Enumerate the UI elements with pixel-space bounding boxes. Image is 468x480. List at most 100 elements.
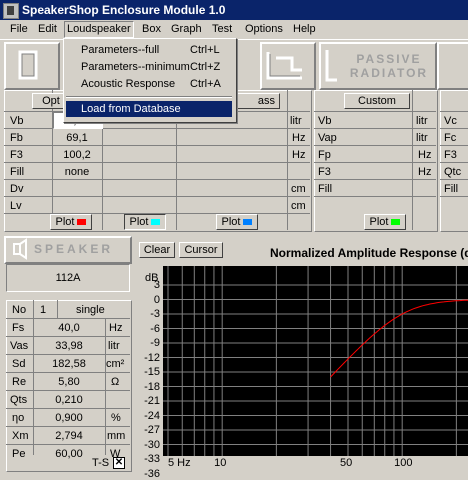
pr-fp-unit: Hz [418, 149, 432, 161]
lv-label: Lv [10, 200, 22, 212]
menu-acoustic-response[interactable]: Acoustic Response Ctrl+A [66, 76, 232, 92]
ts-label: T-S [92, 457, 110, 469]
plot-label-1: Plot [55, 216, 75, 228]
menu-graph[interactable]: Graph [169, 22, 204, 37]
fs-label: Fs [12, 322, 25, 334]
config-value[interactable]: single [76, 302, 105, 318]
sd-label: Sd [12, 358, 26, 370]
passive-radiator-logo[interactable]: PASSIVE RADIATOR [319, 42, 437, 90]
menu-load-from-database[interactable]: Load from Database [66, 101, 232, 117]
ts-checkbox[interactable]: ✕ [113, 457, 125, 469]
plot-color-red [77, 219, 87, 226]
fb-label: Fb [10, 132, 23, 144]
fill-label: Fill [10, 166, 25, 178]
right-fill-label: Fill [444, 183, 459, 195]
y-tick-label: -9 [150, 337, 160, 349]
pr-vap-unit: litr [416, 132, 428, 144]
re-value[interactable]: 5,80 [34, 374, 104, 390]
menu-file[interactable]: File [8, 22, 30, 37]
pr-vap-label: Vap [318, 132, 337, 144]
menu-parameters-full-shortcut: Ctrl+L [190, 44, 220, 56]
x-tick-label: 5 Hz [168, 457, 191, 469]
menu-load-from-database-label: Load from Database [81, 103, 181, 115]
loudspeaker-dropdown-menu: Parameters--full Ctrl+L Parameters--minim… [63, 38, 237, 123]
no-value[interactable]: 1 [40, 302, 46, 318]
f3-label: F3 [10, 149, 23, 161]
graph-title: Normalized Amplitude Response (d [270, 246, 468, 260]
re-unit: Ω [111, 376, 120, 388]
fb-value[interactable]: 69,1 [53, 130, 101, 146]
speaker-model[interactable]: 112A [6, 264, 130, 292]
xm-label: Xm [12, 430, 29, 442]
plot-button-4[interactable]: Plot [364, 214, 406, 230]
menu-acoustic-response-shortcut: Ctrl+A [190, 78, 221, 90]
f3-unit: Hz [292, 149, 306, 161]
pr-f3-label: F3 [318, 166, 331, 178]
y-tick-label: -30 [144, 438, 160, 451]
cursor-button[interactable]: Cursor [179, 242, 223, 258]
bandpass-icon [266, 52, 302, 80]
speaker-icon [13, 238, 27, 260]
closed-box-logo[interactable] [4, 42, 60, 90]
speaker-logo-text: SPEAKER [34, 242, 114, 256]
pr-f3-unit: Hz [418, 166, 432, 178]
eta-label: ηo [12, 412, 25, 424]
plot-color-cyan [151, 219, 161, 226]
y-tick-label: -36 [144, 467, 160, 480]
fill-value[interactable]: none [53, 164, 101, 180]
closed-box-icon [18, 50, 38, 80]
fs-value[interactable]: 40,0 [34, 320, 104, 336]
qts-value[interactable]: 0,210 [34, 392, 104, 408]
plot-button-3[interactable]: Plot [216, 214, 258, 230]
menu-help[interactable]: Help [291, 22, 318, 37]
menu-parameters-full[interactable]: Parameters--full Ctrl+L [66, 42, 232, 58]
menu-options[interactable]: Options [243, 22, 285, 37]
y-tick-label: -27 [144, 424, 160, 436]
plot-label-4: Plot [369, 216, 389, 228]
y-tick-label: -3 [150, 308, 160, 320]
vented-logo[interactable] [437, 42, 468, 90]
menu-separator [66, 96, 232, 98]
menu-bar: File Edit Loudspeaker Box Graph Test Opt… [0, 20, 468, 40]
menu-parameters-minimum-shortcut: Ctrl+Z [190, 61, 221, 73]
eta-value[interactable]: 0,900 [34, 410, 104, 426]
plot-button-2[interactable]: Plot [124, 214, 166, 230]
bandpass-logo[interactable] [260, 42, 316, 90]
y-tick-label: -6 [150, 322, 160, 335]
lv-unit: cm [291, 200, 306, 212]
response-plot[interactable] [163, 266, 468, 456]
fc-label: Fc [444, 132, 457, 144]
f3-value[interactable]: 100,2 [53, 147, 101, 163]
plot-button-1[interactable]: Plot [50, 214, 92, 230]
vc-label: Vc [444, 115, 457, 127]
eta-unit: % [111, 412, 121, 424]
plot-label-2: Plot [129, 216, 149, 228]
menu-parameters-full-label: Parameters--full [81, 44, 160, 56]
app-icon[interactable] [3, 3, 19, 19]
menu-box[interactable]: Box [140, 22, 163, 37]
fb-unit: Hz [292, 132, 306, 144]
xm-value[interactable]: 2,794 [34, 428, 104, 444]
window-title: SpeakerShop Enclosure Module 1.0 [22, 3, 226, 17]
y-tick-label: 0 [153, 293, 160, 306]
menu-loudspeaker[interactable]: Loudspeaker [64, 21, 134, 38]
vas-value[interactable]: 33,98 [34, 338, 104, 354]
pr-fill-label: Fill [318, 183, 333, 195]
menu-parameters-minimum[interactable]: Parameters--minimum Ctrl+Z [66, 59, 232, 75]
title-bar: SpeakerShop Enclosure Module 1.0 [0, 0, 468, 20]
menu-edit[interactable]: Edit [36, 22, 59, 37]
menu-test[interactable]: Test [210, 22, 234, 37]
dv-label: Dv [10, 183, 24, 195]
vb-label: Vb [10, 115, 24, 127]
sd-value[interactable]: 182,58 [34, 356, 104, 372]
custom-button[interactable]: Custom [344, 93, 410, 109]
clear-button[interactable]: Clear [139, 242, 175, 258]
y-tick-label: 3 [153, 279, 160, 291]
bass-button[interactable]: ass [236, 93, 280, 109]
menu-acoustic-response-label: Acoustic Response [81, 78, 176, 90]
vas-unit: litr [108, 340, 120, 352]
y-tick-label: -15 [144, 366, 160, 378]
x-tick-label: 100 [394, 457, 413, 469]
passive-logo-line1: PASSIVE [356, 52, 422, 66]
plot-color-green [391, 219, 401, 226]
